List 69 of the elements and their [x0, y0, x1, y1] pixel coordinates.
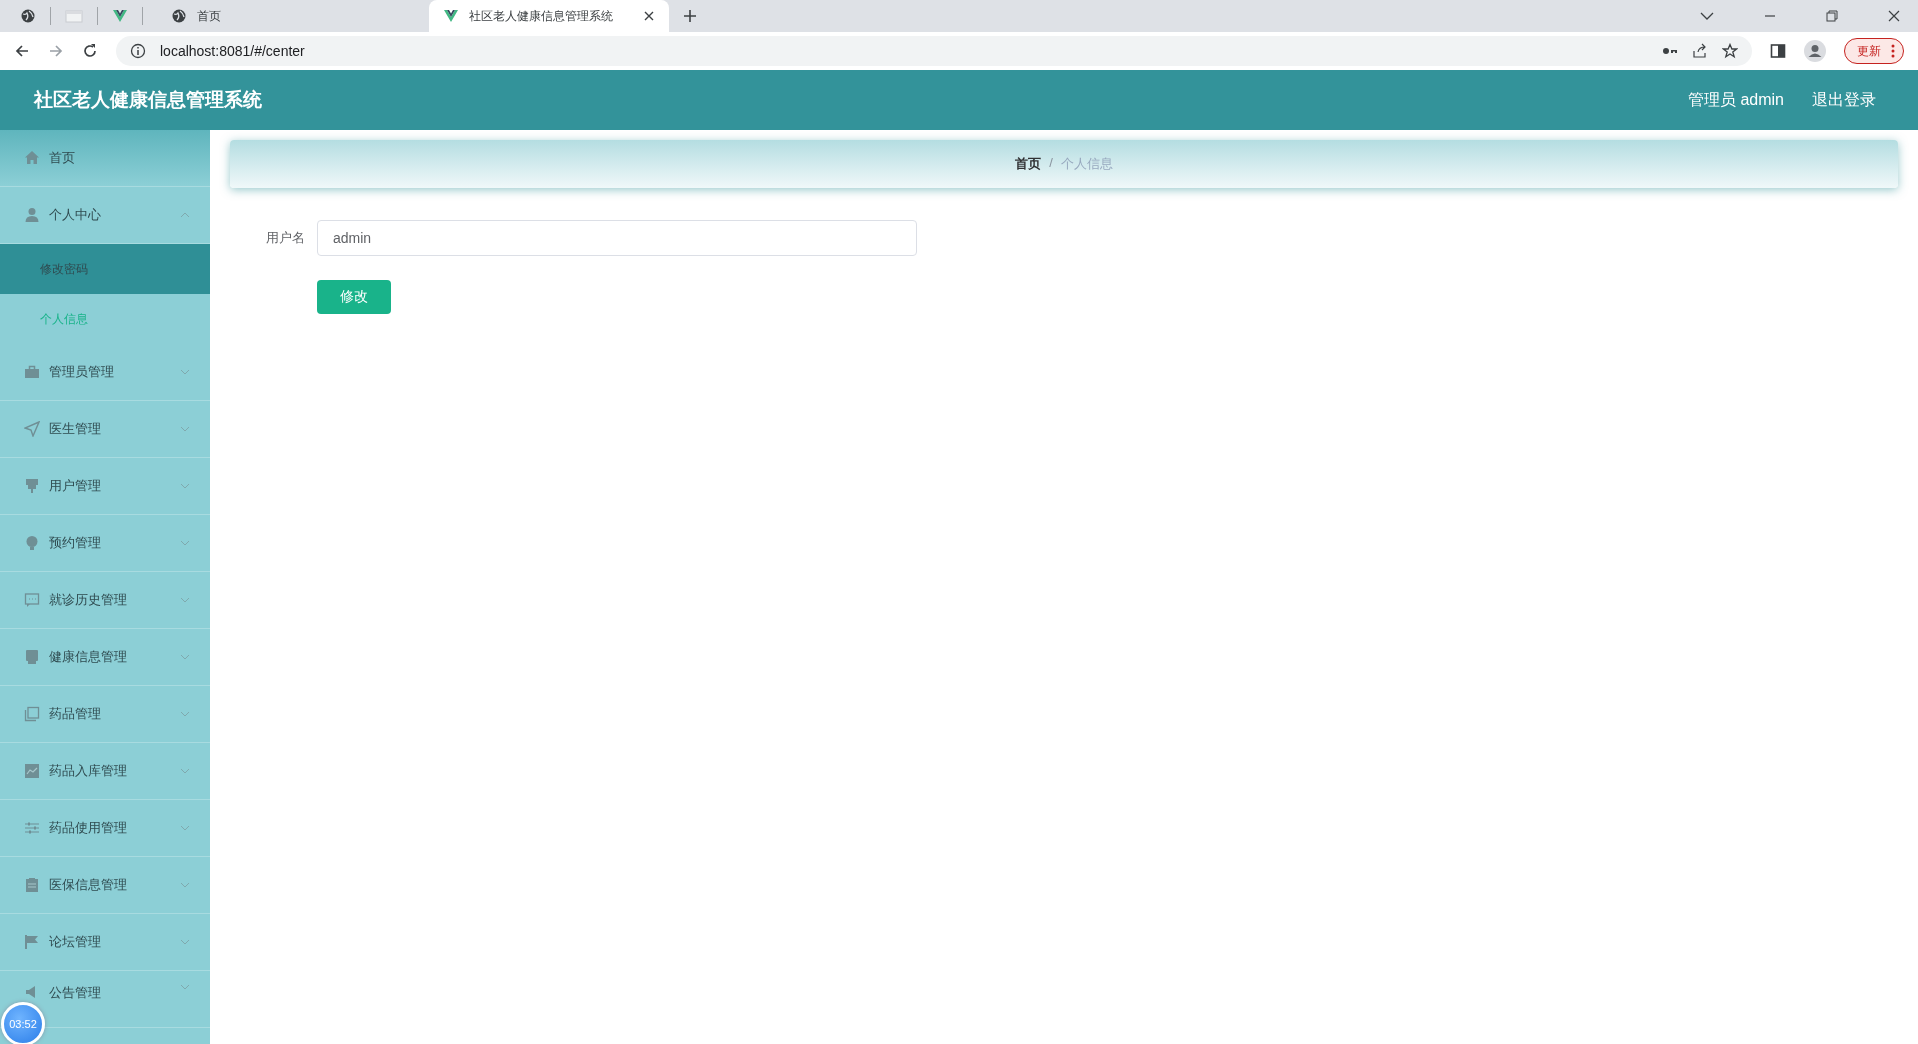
menu-icon[interactable]: [24, 763, 40, 779]
address-field[interactable]: localhost:8081/#/center: [116, 36, 1752, 66]
globe-icon[interactable]: [171, 8, 187, 24]
menu-icon[interactable]: [24, 934, 40, 950]
menu-item[interactable]: 医生管理: [0, 401, 210, 458]
menu-icon[interactable]: [24, 150, 40, 166]
reload-icon[interactable]: [82, 43, 98, 59]
menu-icon[interactable]: [24, 706, 40, 722]
page-icon[interactable]: [65, 8, 83, 24]
menu-item[interactable]: 就诊历史管理: [0, 572, 210, 629]
profile-icon[interactable]: [1804, 40, 1826, 62]
chevron-down-icon[interactable]: [180, 882, 190, 888]
menu-item[interactable]: 论坛管理: [0, 914, 210, 971]
menu-icon[interactable]: [24, 535, 40, 551]
new-tab-icon[interactable]: [683, 9, 697, 23]
field-label: 用户名: [265, 229, 306, 247]
logout-link[interactable]: 退出登录: [1812, 89, 1876, 111]
menu-item[interactable]: 健康信息管理: [0, 629, 210, 686]
chevron-down-icon[interactable]: [180, 768, 190, 774]
menu-icon[interactable]: [24, 478, 40, 494]
restore-icon[interactable]: [1826, 10, 1838, 22]
menu-item[interactable]: 药品使用管理: [0, 800, 210, 857]
menu-icon[interactable]: [24, 649, 40, 665]
menu-item[interactable]: 药品管理: [0, 686, 210, 743]
side-panel-icon[interactable]: [1770, 43, 1786, 59]
chevron-down-icon[interactable]: [180, 939, 190, 945]
close-icon[interactable]: [1888, 10, 1900, 22]
menu-icon[interactable]: [24, 592, 40, 608]
update-button[interactable]: 更新: [1844, 38, 1904, 64]
info-icon[interactable]: [130, 43, 146, 59]
browser-tab[interactable]: 首页: [157, 0, 235, 32]
vue-logo-icon[interactable]: [112, 8, 128, 24]
chevron-down-icon[interactable]: [180, 597, 190, 603]
app-title: 社区老人健康信息管理系统: [34, 88, 262, 112]
menu-icon[interactable]: [24, 207, 40, 223]
chevron-down-icon[interactable]: [180, 540, 190, 546]
menu-item[interactable]: 药品入库管理: [0, 743, 210, 800]
breadcrumb-separator: /: [1049, 155, 1053, 172]
star-icon[interactable]: [1722, 43, 1738, 59]
back-icon[interactable]: [14, 43, 30, 59]
globe-icon[interactable]: [20, 8, 36, 24]
user-label: 管理员 admin: [1687, 89, 1784, 110]
menu-icon[interactable]: [24, 364, 40, 380]
menu-icon[interactable]: [24, 820, 40, 836]
dropdown-icon[interactable]: [1700, 11, 1714, 21]
menu-item[interactable]: 用户管理: [0, 458, 210, 515]
menu-icon[interactable]: [24, 421, 40, 437]
chevron-up-icon[interactable]: [180, 212, 190, 218]
chevron-down-icon[interactable]: [180, 984, 190, 990]
chevron-down-icon[interactable]: [180, 483, 190, 489]
menu-item[interactable]: 医保信息管理: [0, 857, 210, 914]
chevron-down-icon[interactable]: [180, 369, 190, 375]
vue-logo-icon[interactable]: [443, 8, 459, 24]
menu-item[interactable]: 预约管理: [0, 515, 210, 572]
input-field[interactable]: admin: [317, 220, 917, 256]
breadcrumb-item[interactable]: 首页: [1015, 155, 1042, 173]
forward-icon[interactable]: [48, 43, 64, 59]
chevron-down-icon[interactable]: [180, 711, 190, 717]
close-icon[interactable]: [643, 10, 655, 22]
breadcrumb-item: 个人信息: [1060, 155, 1113, 173]
share-icon[interactable]: [1692, 43, 1708, 59]
chevron-down-icon[interactable]: [180, 825, 190, 831]
chevron-down-icon[interactable]: [180, 654, 190, 660]
menu-item[interactable]: 管理员管理: [0, 344, 210, 401]
menu-item[interactable]: 首页: [0, 130, 210, 187]
chevron-down-icon[interactable]: [180, 426, 190, 432]
browser-tab[interactable]: 社区老人健康信息管理系统: [429, 0, 669, 32]
more-icon[interactable]: [1891, 44, 1895, 58]
menu-icon[interactable]: [24, 877, 40, 893]
